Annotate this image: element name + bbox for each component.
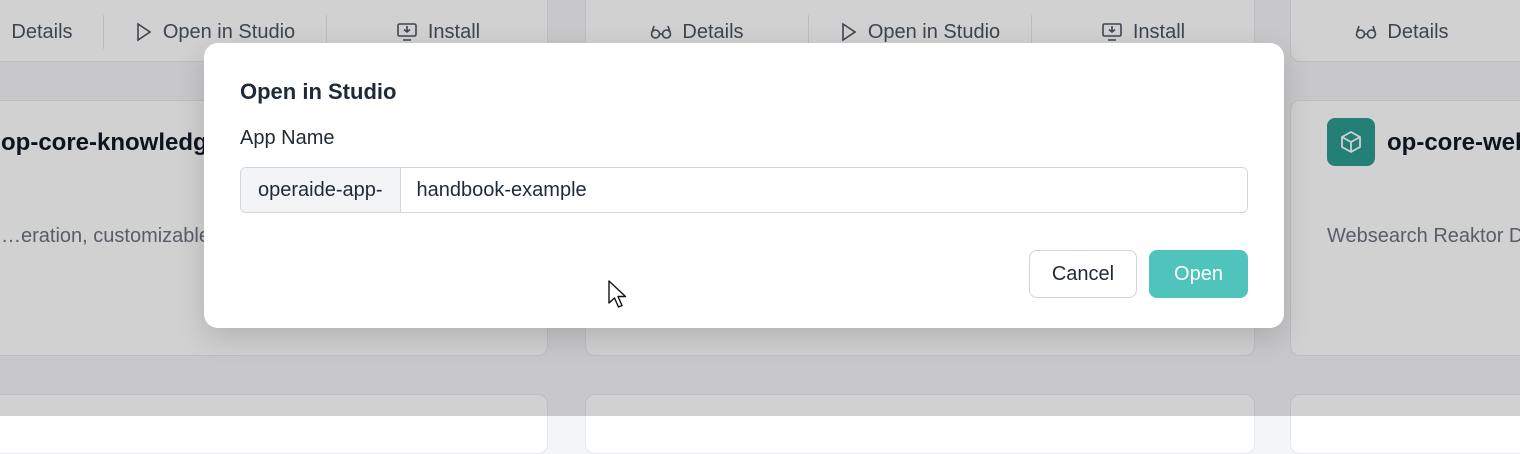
open-in-studio-dialog: Open in Studio App Name operaide-app- Ca… xyxy=(204,43,1284,328)
open-button[interactable]: Open xyxy=(1149,250,1248,298)
mouse-cursor-icon xyxy=(608,280,627,308)
app-name-input[interactable] xyxy=(400,168,1247,212)
app-name-label: App Name xyxy=(240,127,335,149)
cancel-button[interactable]: Cancel xyxy=(1029,250,1137,298)
dialog-title: Open in Studio xyxy=(240,79,397,104)
app-name-input-group: operaide-app- xyxy=(240,167,1248,213)
app-name-prefix: operaide-app- xyxy=(241,168,401,212)
